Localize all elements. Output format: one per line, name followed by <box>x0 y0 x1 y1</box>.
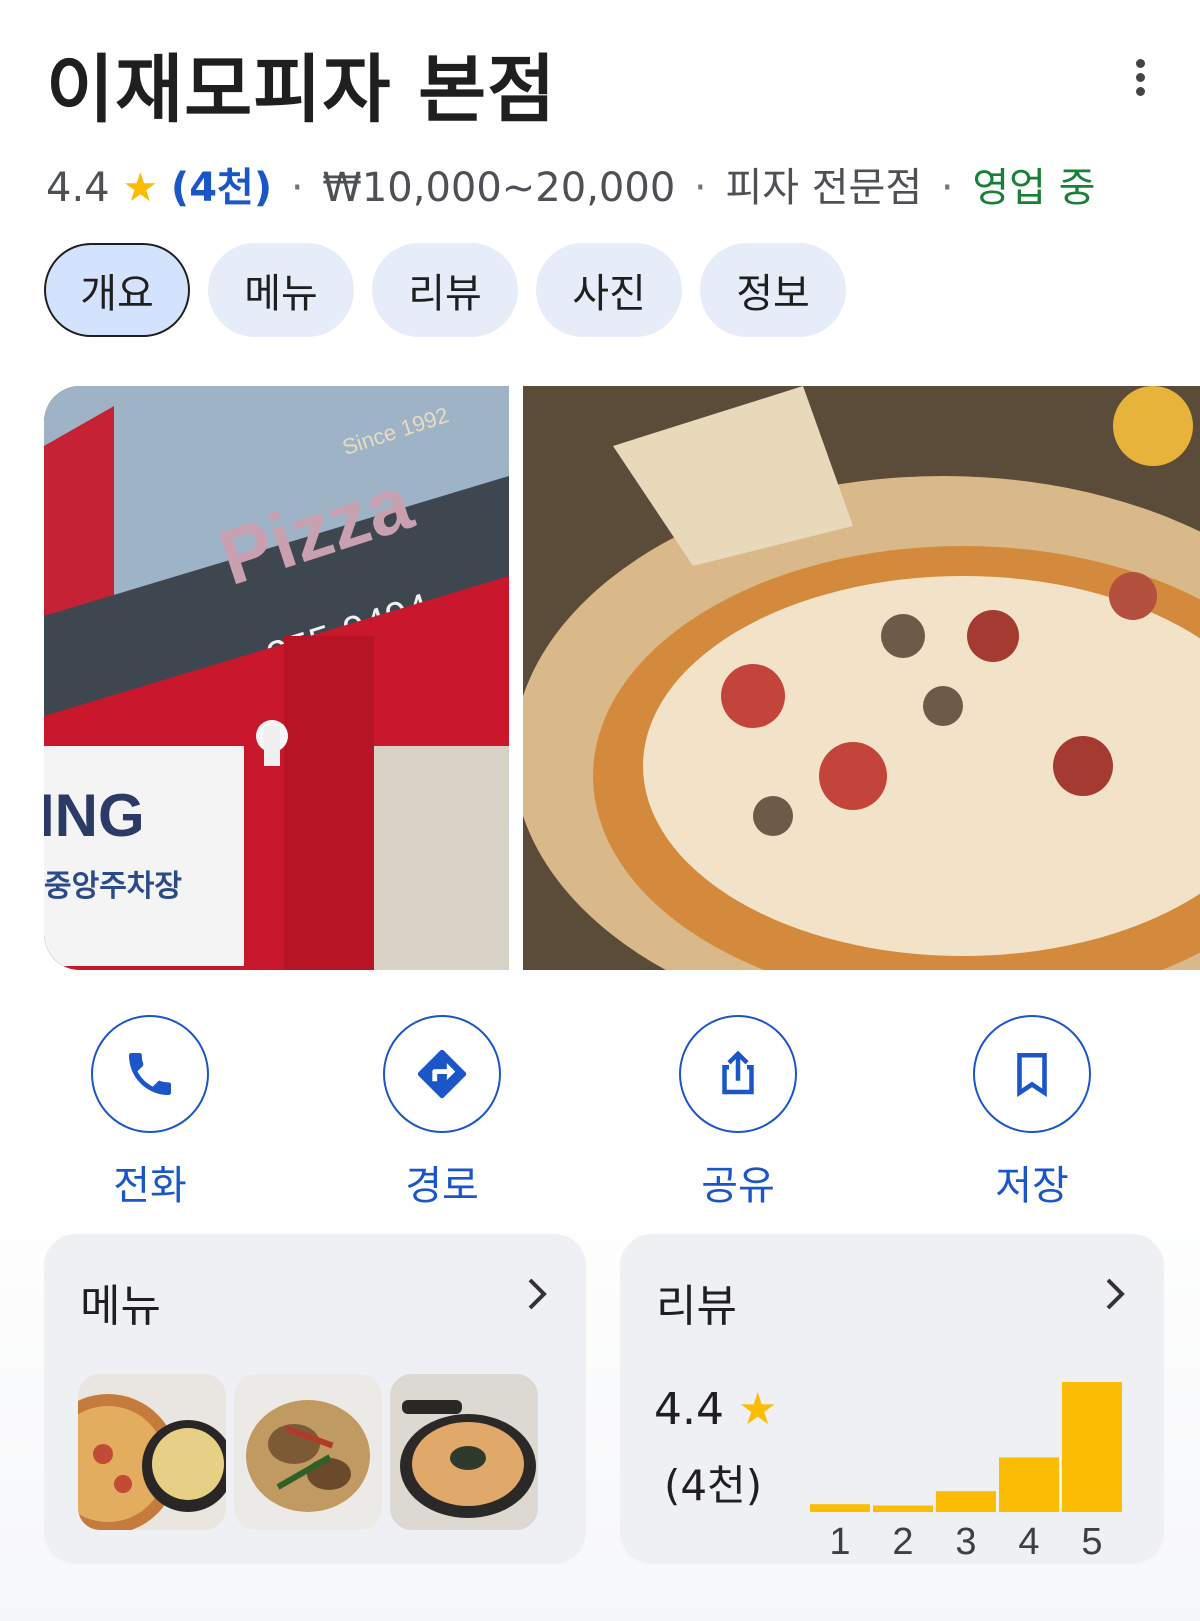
star-icon: ★ <box>122 165 159 211</box>
tab-photos[interactable]: 사진 <box>536 243 682 337</box>
review-rating: 4.4 ★ <box>654 1384 777 1435</box>
more-options-icon[interactable] <box>1120 56 1160 104</box>
tab-info[interactable]: 정보 <box>700 243 846 337</box>
price-range: ₩10,000~20,000 <box>322 165 676 211</box>
histogram-label-2: 2 <box>892 1521 913 1563</box>
share-button[interactable]: 공유 <box>648 1015 828 1211</box>
sign-ing-text: ING <box>44 782 145 849</box>
share-label: 공유 <box>701 1163 775 1209</box>
menu-card-title: 메뉴 <box>80 1281 161 1332</box>
storefront-photo[interactable]: Pizza Since 1992 255-9494 ING 중앙주차장 <box>44 386 509 970</box>
separator: · <box>940 165 954 211</box>
histogram-label-5: 5 <box>1081 1521 1102 1563</box>
tab-bar: 개요 메뉴 리뷰 사진 정보 <box>44 243 846 337</box>
histogram-label-3: 3 <box>955 1521 976 1563</box>
category: 피자 전문점 <box>725 165 923 211</box>
menu-thumbnail-1[interactable] <box>78 1374 226 1530</box>
directions-label: 경로 <box>405 1163 479 1209</box>
histogram-bar-4 <box>999 1457 1059 1512</box>
histogram-label-1: 1 <box>829 1521 850 1563</box>
sign-parking-text: 중앙주차장 <box>44 870 182 903</box>
review-count-link[interactable]: (4천) <box>171 165 272 211</box>
menu-thumbnail-3[interactable] <box>390 1374 538 1530</box>
chevron-right-icon[interactable] <box>1100 1274 1130 1314</box>
menu-card[interactable]: 메뉴 <box>44 1234 586 1564</box>
call-label: 전화 <box>113 1163 187 1209</box>
histogram-label-4: 4 <box>1018 1521 1039 1563</box>
call-button[interactable]: 전화 <box>60 1015 240 1211</box>
open-status: 영업 중 <box>972 165 1096 211</box>
directions-icon <box>383 1015 501 1133</box>
save-button[interactable]: 저장 <box>942 1015 1122 1211</box>
tab-menu[interactable]: 메뉴 <box>208 243 354 337</box>
rating-histogram: 12345 <box>810 1382 1122 1563</box>
place-meta: 4.4 ★ (4천) · ₩10,000~20,000 · 피자 전문점 · 영… <box>46 155 1095 213</box>
histogram-bar-2 <box>873 1505 933 1512</box>
histogram-bar-5 <box>1062 1382 1122 1512</box>
star-icon: ★ <box>737 1384 778 1435</box>
rating-value: 4.4 <box>46 165 110 211</box>
review-count: (4천) <box>664 1461 763 1510</box>
histogram-bar-1 <box>810 1504 870 1512</box>
chevron-right-icon[interactable] <box>522 1274 552 1314</box>
phone-icon <box>91 1015 209 1133</box>
separator: · <box>290 165 304 211</box>
bookmark-icon <box>973 1015 1091 1133</box>
share-icon <box>679 1015 797 1133</box>
histogram-bar-3 <box>936 1491 996 1512</box>
review-card[interactable]: 리뷰 4.4 ★ (4천) 12345 <box>620 1234 1164 1564</box>
review-rating-value: 4.4 <box>654 1384 724 1435</box>
tab-overview[interactable]: 개요 <box>44 243 190 337</box>
action-bar: 전화 경로 공유 저장 <box>0 1015 1200 1209</box>
pizza-photo[interactable] <box>523 386 1200 970</box>
directions-button[interactable]: 경로 <box>352 1015 532 1211</box>
tab-reviews[interactable]: 리뷰 <box>372 243 518 337</box>
save-label: 저장 <box>995 1163 1069 1209</box>
review-card-title: 리뷰 <box>656 1281 737 1332</box>
menu-thumbnail-2[interactable] <box>234 1374 382 1530</box>
separator: · <box>694 165 707 211</box>
place-title: 이재모피자 본점 <box>46 47 557 133</box>
place-panel: 이재모피자 본점 4.4 ★ (4천) · ₩10,000~20,000 · 피… <box>0 0 1200 1621</box>
